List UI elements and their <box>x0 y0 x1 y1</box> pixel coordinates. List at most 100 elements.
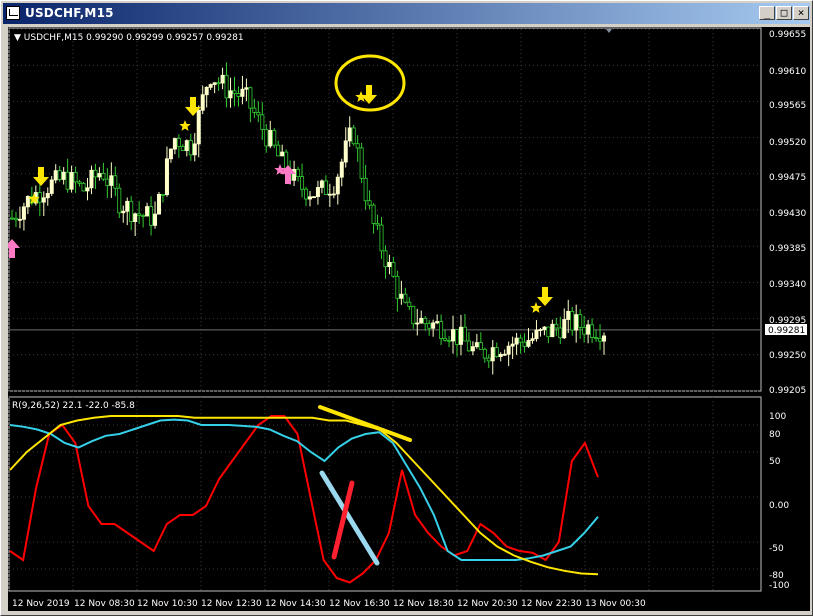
candle-body <box>602 335 607 342</box>
time-tick: 12 Nov 18:30 <box>393 599 454 609</box>
candle-body <box>164 158 169 196</box>
candle-body <box>196 109 201 145</box>
candle-body <box>260 114 265 130</box>
price-tick: 0.99430 <box>769 209 806 219</box>
candle-body <box>21 206 26 220</box>
candle-body <box>331 193 336 196</box>
candle-body <box>216 82 221 85</box>
minimize-button[interactable]: _ <box>759 6 775 20</box>
time-tick: 12 Nov 10:30 <box>137 599 198 609</box>
candle-body <box>347 127 352 142</box>
candle-body <box>534 329 539 340</box>
candle-body <box>248 87 253 109</box>
candle-body <box>327 193 332 196</box>
candle-body <box>399 293 404 299</box>
candle-body <box>411 305 416 325</box>
candle-body <box>443 337 448 341</box>
candle-body <box>379 224 384 252</box>
candle-body <box>470 346 475 352</box>
candle-body <box>264 128 269 147</box>
candle-body <box>339 161 344 178</box>
price-tick: 0.99385 <box>769 244 806 254</box>
candle-body <box>598 337 603 342</box>
candle-body <box>280 151 285 157</box>
candle-body <box>133 213 138 223</box>
candle-body <box>224 74 229 99</box>
price-tick: 0.99520 <box>769 138 806 148</box>
candle-body <box>427 323 432 329</box>
indicator-tick: 100 <box>769 412 786 422</box>
candle-body <box>61 171 66 180</box>
candle-body <box>375 223 380 226</box>
down-arrow-icon <box>33 167 49 186</box>
candle-body <box>180 146 185 151</box>
current-price-label: 0.99281 <box>768 326 805 336</box>
candle-body <box>458 326 463 345</box>
candle-body <box>538 329 543 331</box>
candle-body <box>240 88 245 97</box>
candle-body <box>188 140 193 156</box>
candle-body <box>25 196 30 208</box>
candle-body <box>236 93 241 97</box>
candle-body <box>502 353 507 356</box>
candle-body <box>69 172 74 190</box>
r-26-line <box>9 418 599 561</box>
candle-body <box>125 200 130 212</box>
candle-body <box>141 215 146 217</box>
candle-body <box>323 180 328 195</box>
candle-body <box>351 127 356 145</box>
candle-body <box>113 175 118 189</box>
time-tick: 13 Nov 00:30 <box>585 599 646 609</box>
chart-window: USDCHF,M15 _ □ × ▼ USDCHF,M15 0.99290 0.… <box>0 0 813 616</box>
indicator-panel-frame <box>8 396 762 592</box>
price-info-label: ▼ USDCHF,M15 0.99290 0.99299 0.99257 0.9… <box>14 33 244 43</box>
close-button[interactable]: × <box>793 6 809 20</box>
candle-body <box>41 197 46 203</box>
candle-body <box>121 210 126 214</box>
candle-body <box>319 180 324 188</box>
candle-body <box>232 90 237 94</box>
star-icon <box>179 120 191 131</box>
candle-body <box>228 90 233 99</box>
candle-body <box>53 170 58 181</box>
candle-body <box>101 173 106 180</box>
candle-body <box>363 177 368 202</box>
candle-body <box>574 314 579 331</box>
candle-body <box>387 261 392 268</box>
chart-shift-marker-icon <box>606 29 612 33</box>
candle-body <box>307 196 312 200</box>
time-tick: 12 Nov 08:30 <box>74 599 135 609</box>
candle-body <box>57 170 62 180</box>
candle-body <box>137 213 142 216</box>
candle-body <box>220 74 225 84</box>
candle-body <box>494 347 499 357</box>
candle-body <box>367 200 372 206</box>
candle-body <box>514 337 519 345</box>
chart-window-icon <box>6 6 20 20</box>
chart-canvas[interactable]: ▼ USDCHF,M15 0.99290 0.99299 0.99257 0.9… <box>4 27 810 611</box>
indicator-label: R(9,26,52) 22.1 -22.0 -85.8 <box>12 401 135 411</box>
maximize-button[interactable]: □ <box>776 6 792 20</box>
price-axis: 0.99655 0.99610 0.99565 0.99520 0.99475 … <box>769 30 806 396</box>
candle-body <box>391 261 396 277</box>
indicator-tick: -50 <box>769 544 784 554</box>
candle-body <box>145 206 150 217</box>
candle-body <box>168 148 173 160</box>
down-arrow-icon <box>537 287 553 306</box>
candle-body <box>176 138 181 147</box>
candle-body <box>462 326 467 342</box>
star-icon <box>355 91 367 102</box>
candle-body <box>343 140 348 163</box>
candle-body <box>506 345 511 355</box>
candle-body <box>300 176 305 190</box>
candle-body <box>474 342 479 348</box>
candle-body <box>590 324 595 338</box>
candle-body <box>550 323 555 338</box>
chart-svg[interactable]: ▼ USDCHF,M15 0.99290 0.99299 0.99257 0.9… <box>4 27 810 611</box>
candle-body <box>423 317 428 325</box>
candle-body <box>157 194 162 215</box>
candle-body <box>419 317 424 324</box>
title-bar[interactable]: USDCHF,M15 _ □ × <box>3 3 810 24</box>
candle-body <box>89 169 94 189</box>
candle-body <box>208 84 213 88</box>
